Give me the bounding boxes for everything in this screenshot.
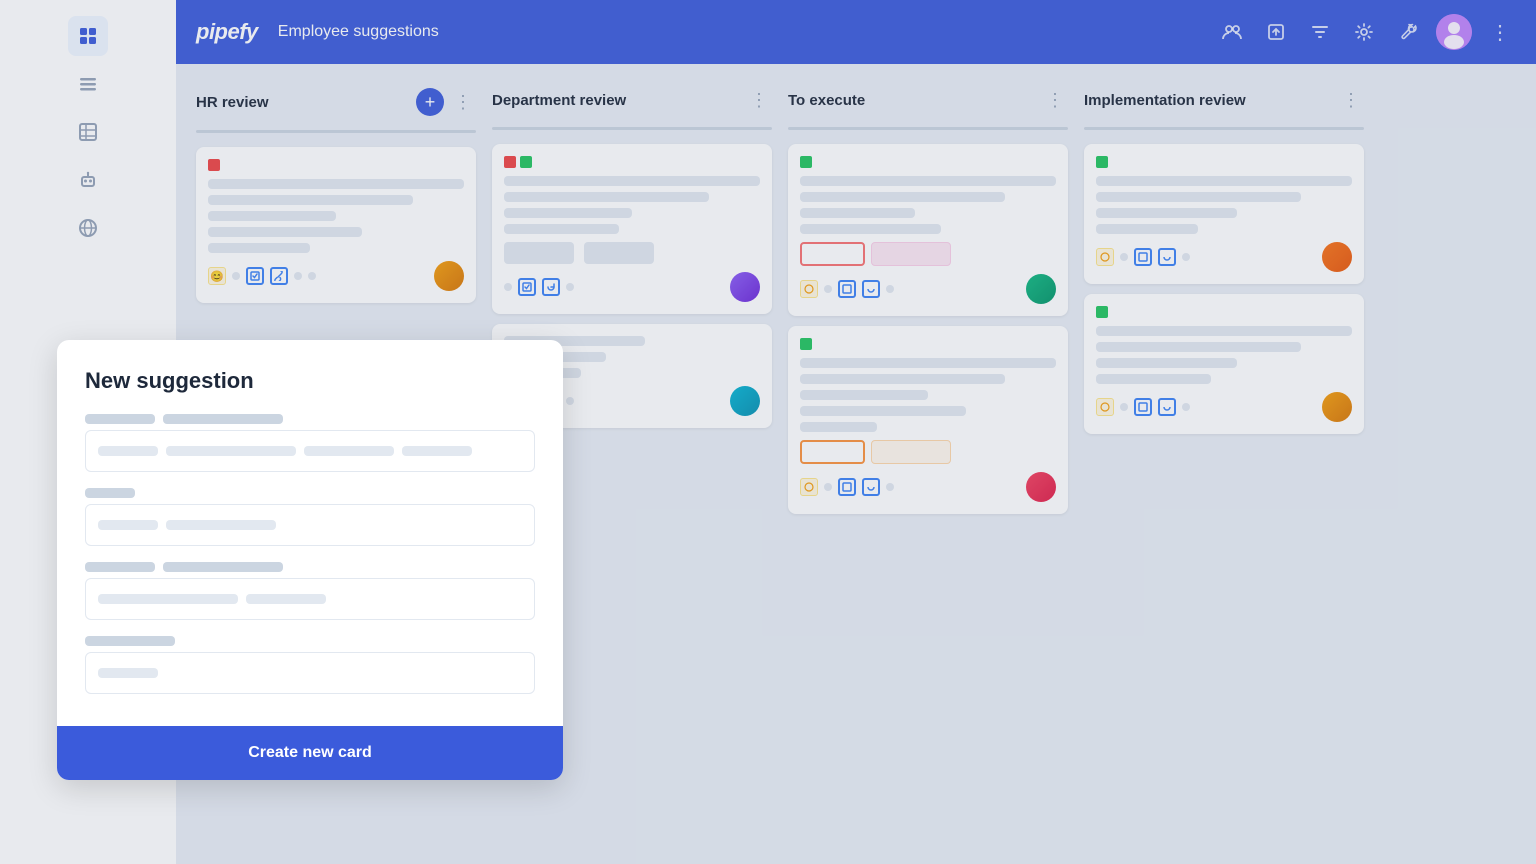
form-field-2 <box>85 488 535 546</box>
form-input-4[interactable] <box>85 652 535 694</box>
form-label-3 <box>85 562 535 572</box>
label-skel <box>85 562 155 572</box>
input-skel <box>246 594 326 604</box>
form-label-4 <box>85 636 535 646</box>
label-skel <box>85 636 175 646</box>
label-skel <box>163 414 283 424</box>
input-skel <box>98 594 238 604</box>
input-skel <box>166 520 276 530</box>
form-field-3 <box>85 562 535 620</box>
modal-title: New suggestion <box>85 368 535 394</box>
input-skel <box>304 446 394 456</box>
form-input-2[interactable] <box>85 504 535 546</box>
new-suggestion-modal: New suggestion <box>57 340 563 780</box>
form-label-2 <box>85 488 535 498</box>
input-skel <box>98 446 158 456</box>
label-skel <box>85 488 135 498</box>
form-field-1 <box>85 414 535 472</box>
label-skel <box>85 414 155 424</box>
input-skel <box>166 446 296 456</box>
form-field-4 <box>85 636 535 694</box>
form-input-3[interactable] <box>85 578 535 620</box>
label-skel <box>163 562 283 572</box>
input-skel <box>98 520 158 530</box>
input-skel <box>402 446 472 456</box>
form-label-1 <box>85 414 535 424</box>
input-skel <box>98 668 158 678</box>
create-card-button[interactable]: Create new card <box>85 744 535 762</box>
form-input-1[interactable] <box>85 430 535 472</box>
modal-footer: Create new card <box>57 726 563 780</box>
modal-body: New suggestion <box>57 340 563 726</box>
